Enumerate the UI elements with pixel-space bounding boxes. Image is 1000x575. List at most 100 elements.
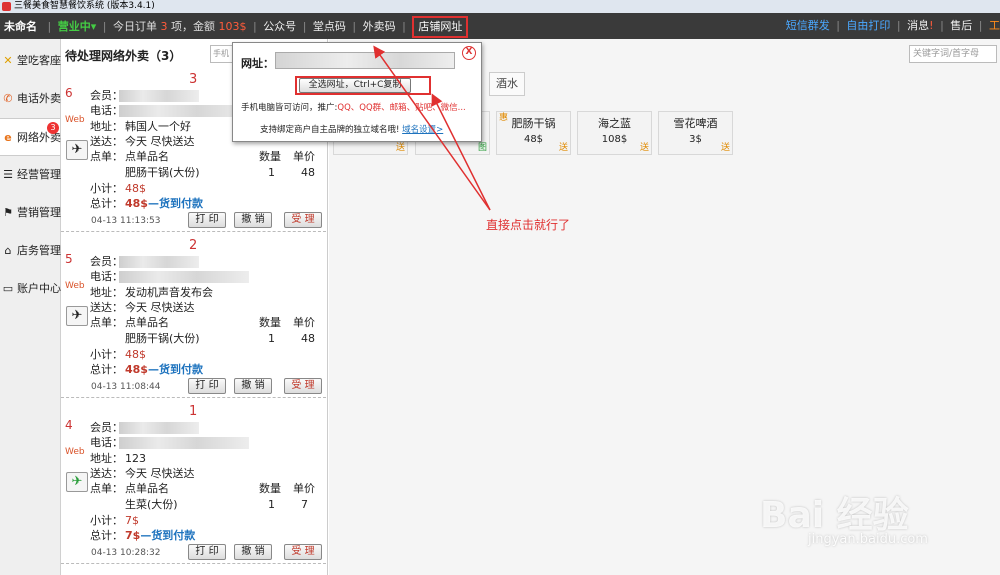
unit-price-header: 单价 bbox=[293, 482, 315, 495]
monitor-icon: ▭ bbox=[2, 282, 14, 295]
hall-code-link[interactable]: 堂点码 bbox=[313, 14, 346, 40]
order-total: 48$ bbox=[125, 197, 148, 210]
dispatch-plane-icon[interactable]: ✈ bbox=[66, 140, 88, 160]
today-amount-label: 项，金额 bbox=[170, 20, 215, 33]
address-label: 地址： bbox=[90, 286, 123, 299]
copy-url-button[interactable]: 全选网址，Ctrl+C复制 bbox=[299, 78, 411, 93]
dine-in-icon: ✕ bbox=[3, 54, 13, 67]
order-source: Web bbox=[65, 115, 85, 125]
dish-name-header: 点单品名 bbox=[125, 316, 169, 329]
sidebar-item-business-mgmt[interactable]: ☰ 经营管理 bbox=[0, 156, 61, 194]
sidebar-item-dine-in[interactable]: ✕ 堂吃客座 bbox=[0, 42, 61, 80]
order-address: 韩国人一个好 bbox=[125, 120, 191, 133]
qty-header: 数量 bbox=[259, 316, 281, 329]
delivery-label: 送达： bbox=[90, 135, 123, 148]
sidebar-item-account-center[interactable]: ▭ 账户中心 bbox=[0, 270, 61, 308]
baidu-watermark-url: jingyan.baidu.com bbox=[808, 532, 928, 547]
order-total: 48$ bbox=[125, 363, 148, 376]
dispatch-plane-icon[interactable]: ✈ bbox=[66, 306, 88, 326]
sidebar: ✕ 堂吃客座 ✆ 电话外卖 e 网络外卖 3 ☰ 经营管理 ⚑ 营销管理 ⌂ 店… bbox=[0, 39, 61, 575]
member-redacted bbox=[119, 90, 199, 102]
promo-channels: QQ、QQ群、邮箱、贴吧、微信... bbox=[337, 103, 466, 113]
shop-name[interactable]: 未命名 bbox=[0, 14, 41, 40]
public-account-link[interactable]: 公众号 bbox=[263, 14, 296, 40]
unit-price-header: 单价 bbox=[293, 150, 315, 163]
accept-button[interactable]: 受 理 bbox=[284, 544, 322, 560]
business-status-dropdown[interactable]: 营业中▾ bbox=[58, 14, 97, 40]
window-titlebar: 三餐美食智慧餐饮系统 (版本3.4.1) bbox=[0, 0, 1000, 13]
sidebar-item-marketing-mgmt[interactable]: ⚑ 营销管理 bbox=[0, 194, 61, 232]
accept-button[interactable]: 受 理 bbox=[284, 212, 322, 228]
menu-card-xuehua-beer[interactable]: 雪花啤酒 3$ 送 bbox=[658, 111, 733, 155]
total-label: 总计： bbox=[90, 363, 123, 376]
menu-card-haizhilan[interactable]: 海之蓝 108$ 送 bbox=[577, 111, 652, 155]
pending-orders-title: 待处理网络外卖（3） bbox=[65, 49, 182, 63]
sidebar-item-phone-takeout[interactable]: ✆ 电话外卖 bbox=[0, 80, 61, 118]
keyword-search-input[interactable]: 关键字词/首字母 bbox=[909, 45, 997, 63]
order-label: 点单： bbox=[90, 482, 123, 495]
order-time: 04-13 11:13:53 bbox=[91, 216, 161, 226]
total-label: 总计： bbox=[90, 529, 123, 542]
payment-method: —货到付款 bbox=[147, 363, 203, 376]
messages-link[interactable]: 消息 bbox=[907, 13, 929, 39]
phone-icon: ✆ bbox=[3, 92, 13, 105]
order-address: 发动机声音发布会 bbox=[125, 286, 213, 299]
close-icon[interactable]: X bbox=[462, 46, 476, 60]
work-link[interactable]: 工 bbox=[989, 13, 1000, 39]
store-url-field[interactable] bbox=[275, 52, 455, 69]
order-number: 2 bbox=[189, 238, 198, 253]
address-label: 地址： bbox=[90, 452, 123, 465]
cancel-button[interactable]: 撤 销 bbox=[234, 544, 272, 560]
today-order-count: 3 bbox=[160, 20, 168, 33]
dish-price: 48 bbox=[301, 166, 315, 179]
menu-item-name: 海之蓝 bbox=[598, 117, 631, 130]
menu-item-name: 肥肠干锅 bbox=[511, 117, 556, 130]
dish-name: 肥肠干锅(大份) bbox=[125, 332, 200, 345]
order-address: 123 bbox=[125, 452, 146, 465]
custom-print-link[interactable]: 自由打印 bbox=[846, 13, 890, 39]
order-time: 04-13 11:08:44 bbox=[91, 382, 161, 392]
order-source: Web bbox=[65, 447, 85, 457]
domain-text: 支持绑定商户自主品牌的独立域名哦! 域名设置> bbox=[260, 125, 444, 135]
menu-card-feichang-ganguo[interactable]: 惠 肥肠干锅 48$ 送 bbox=[496, 111, 571, 155]
phone-redacted bbox=[119, 437, 249, 449]
order-subtotal: 48$ bbox=[125, 182, 146, 195]
web-icon: e bbox=[4, 131, 12, 144]
sidebar-item-store-mgmt[interactable]: ⌂ 店务管理 bbox=[0, 232, 62, 270]
domain-settings-link[interactable]: 域名设置> bbox=[402, 125, 443, 135]
total-label: 总计： bbox=[90, 197, 123, 210]
order-label: 点单： bbox=[90, 150, 123, 163]
app-logo-icon bbox=[2, 2, 11, 11]
order-delivery: 今天 尽快送达 bbox=[125, 135, 195, 148]
dish-name: 生菜(大份) bbox=[125, 498, 178, 511]
takeout-code-link[interactable]: 外卖码 bbox=[363, 14, 396, 40]
qty-header: 数量 bbox=[259, 482, 281, 495]
after-sale-link[interactable]: 售后 bbox=[950, 13, 972, 39]
phone-search-input[interactable]: 手机 bbox=[210, 45, 234, 63]
category-tab-drinks[interactable]: 酒水 bbox=[489, 72, 525, 96]
today-amount: 103$ bbox=[218, 20, 247, 33]
dish-name: 肥肠干锅(大份) bbox=[125, 166, 200, 179]
accept-button[interactable]: 受 理 bbox=[284, 378, 322, 394]
toolbar-right: 短信群发 | 自由打印 | 消息! | 售后 | 工 bbox=[786, 13, 1000, 39]
store-url-popup: X 网址： 全选网址，Ctrl+C复制 手机电脑皆可访问，推广:QQ、QQ群、邮… bbox=[232, 42, 482, 142]
sidebar-item-web-takeout[interactable]: e 网络外卖 3 bbox=[0, 118, 61, 156]
print-button[interactable]: 打 印 bbox=[188, 378, 226, 394]
menu-item-name: 雪花啤酒 bbox=[673, 117, 718, 130]
url-label: 网址： bbox=[241, 57, 274, 70]
sms-broadcast-link[interactable]: 短信群发 bbox=[786, 13, 830, 39]
print-button[interactable]: 打 印 bbox=[188, 212, 226, 228]
member-redacted bbox=[119, 422, 199, 434]
order-time: 04-13 10:28:32 bbox=[91, 548, 161, 558]
list-icon: ☰ bbox=[3, 168, 13, 181]
dispatch-plane-icon[interactable]: ✈ bbox=[66, 472, 88, 492]
store-url-button[interactable]: 店铺网址 bbox=[412, 16, 469, 38]
cancel-button[interactable]: 撤 销 bbox=[234, 212, 272, 228]
phone-redacted bbox=[119, 105, 249, 117]
phone-redacted bbox=[119, 271, 249, 283]
print-button[interactable]: 打 印 bbox=[188, 544, 226, 560]
dish-qty: 1 bbox=[268, 166, 275, 179]
flag-icon: ⚑ bbox=[3, 206, 13, 219]
dish-price: 48 bbox=[301, 332, 315, 345]
cancel-button[interactable]: 撤 销 bbox=[234, 378, 272, 394]
